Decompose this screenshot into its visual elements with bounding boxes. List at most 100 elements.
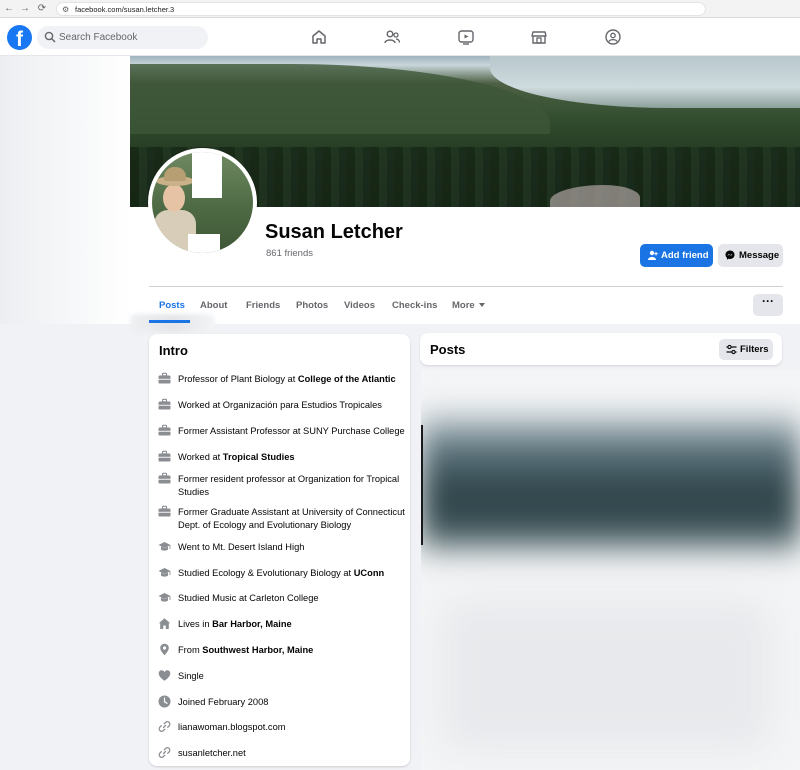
posts-header: Posts Filters (420, 333, 782, 365)
intro-item-link[interactable]: Southwest Harbor, Maine (202, 645, 313, 655)
intro-item[interactable]: lianawoman.blogspot.com (178, 721, 406, 734)
intro-item-text: lianawoman.blogspot.com (178, 722, 286, 732)
forward-arrow-icon[interactable]: → (19, 3, 31, 15)
search-icon (44, 31, 56, 43)
tab-more-label: More (452, 300, 475, 311)
intro-item-text: Former Graduate Assistant at University … (178, 507, 405, 530)
heart-icon (158, 669, 171, 682)
intro-card: Intro Professor of Plant Biology at Coll… (149, 334, 410, 766)
graduation-cap-icon (158, 540, 171, 553)
intro-item-text: Joined February 2008 (178, 697, 269, 707)
intro-item-text: Single (178, 671, 204, 681)
profile-name: Susan Letcher (265, 221, 403, 243)
intro-item: Went to Mt. Desert Island High (178, 541, 406, 554)
profile-picture[interactable] (148, 148, 257, 257)
tab-about[interactable]: About (200, 300, 227, 311)
add-person-icon (648, 250, 658, 260)
intro-item[interactable]: From Southwest Harbor, Maine (178, 644, 406, 657)
briefcase-icon (158, 398, 171, 411)
link-icon (158, 720, 171, 733)
chevron-down-icon (478, 303, 485, 307)
posts-title: Posts (430, 342, 466, 357)
briefcase-icon (158, 505, 171, 518)
briefcase-icon (158, 372, 171, 385)
intro-item-text: Studied Ecology & Evolutionary Biology a… (178, 568, 354, 578)
intro-item-text: Lives in (178, 619, 213, 629)
graduation-cap-icon (158, 566, 171, 579)
reload-icon[interactable]: ⟳ (36, 3, 48, 15)
tab-check-ins[interactable]: Check-ins (392, 300, 437, 311)
intro-item[interactable]: Lives in Bar Harbor, Maine (178, 618, 406, 631)
filters-icon (726, 344, 737, 355)
filters-label: Filters (740, 344, 769, 355)
intro-item: Former Assistant Professor at SUNY Purch… (178, 425, 406, 438)
intro-item-text: Former resident professor at Organizatio… (178, 474, 400, 497)
tab-friends[interactable]: Friends (246, 300, 280, 311)
intro-item: Former Graduate Assistant at University … (178, 506, 406, 531)
tabs-divider (149, 286, 783, 287)
tab-photos[interactable]: Photos (296, 300, 328, 311)
intro-item[interactable]: Worked at Tropical Studies (178, 451, 406, 464)
filters-button[interactable]: Filters (719, 339, 773, 360)
location-pin-icon (158, 643, 171, 656)
tab-more[interactable]: More (452, 300, 485, 311)
intro-item-link[interactable]: UConn (354, 568, 384, 578)
back-arrow-icon[interactable]: ← (3, 3, 15, 15)
intro-item-text: Went to Mt. Desert Island High (178, 542, 305, 552)
intro-item-text: Worked at (178, 452, 223, 462)
intro-item-link[interactable]: College of the Atlantic (298, 374, 396, 384)
friends-nav-icon[interactable] (383, 28, 401, 46)
friends-count[interactable]: 861 friends (266, 248, 313, 259)
briefcase-icon (158, 472, 171, 485)
profile-header (0, 56, 800, 332)
groups-nav-icon[interactable] (604, 28, 622, 46)
url-text[interactable]: facebook.com/susan.letcher.3 (75, 4, 174, 16)
briefcase-icon (158, 450, 171, 463)
browser-toolbar: ← → ⟳ ⚙ facebook.com/susan.letcher.3 (0, 0, 800, 18)
active-tab-indicator (149, 320, 190, 323)
avatar (152, 152, 253, 253)
message-button[interactable]: Message (718, 244, 783, 267)
intro-item[interactable]: Professor of Plant Biology at College of… (178, 373, 406, 386)
intro-item-link[interactable]: Bar Harbor, Maine (212, 619, 292, 629)
intro-item-text: Former Assistant Professor at SUNY Purch… (178, 426, 405, 436)
intro-item: Joined February 2008 (178, 696, 406, 709)
link-icon (158, 746, 171, 759)
blurred-post-image[interactable] (421, 370, 800, 770)
intro-title: Intro (159, 343, 188, 358)
address-bar[interactable]: ⚙ facebook.com/susan.letcher.3 (56, 2, 706, 16)
intro-item[interactable]: susanletcher.net (178, 747, 406, 760)
intro-item: Former resident professor at Organizatio… (178, 473, 406, 498)
search-input[interactable] (59, 28, 199, 47)
intro-item: Single (178, 670, 406, 683)
tab-videos[interactable]: Videos (344, 300, 375, 311)
home-nav-icon[interactable] (310, 28, 328, 46)
blurred-info (130, 314, 215, 332)
graduation-cap-icon (158, 591, 171, 604)
site-settings-icon[interactable]: ⚙ (62, 4, 69, 16)
facebook-header: f (0, 18, 800, 56)
intro-item-text: susanletcher.net (178, 748, 246, 758)
briefcase-icon (158, 424, 171, 437)
intro-item-link[interactable]: Tropical Studies (223, 452, 295, 462)
more-options-button[interactable]: ··· (753, 294, 783, 316)
marketplace-nav-icon[interactable] (530, 28, 548, 46)
intro-item-text: From (178, 645, 203, 655)
clock-icon (158, 695, 171, 708)
search-box[interactable] (37, 26, 208, 49)
home-icon (158, 617, 171, 630)
intro-item-text: Worked at Organización para Estudios Tro… (178, 400, 382, 410)
messenger-icon (725, 250, 735, 260)
facebook-logo[interactable]: f (7, 25, 32, 50)
add-friend-label: Add friend (661, 250, 709, 261)
sidebar-gradient (0, 56, 130, 324)
intro-item: Worked at Organización para Estudios Tro… (178, 399, 406, 412)
intro-item-text: Studied Music at Carleton College (178, 593, 319, 603)
intro-item-text: Professor of Plant Biology at (178, 374, 298, 384)
add-friend-button[interactable]: Add friend (640, 244, 713, 267)
tab-posts[interactable]: Posts (159, 300, 185, 311)
intro-item[interactable]: Studied Ecology & Evolutionary Biology a… (178, 567, 406, 580)
intro-item: Studied Music at Carleton College (178, 592, 406, 605)
video-nav-icon[interactable] (457, 28, 475, 46)
message-label: Message (739, 250, 780, 261)
